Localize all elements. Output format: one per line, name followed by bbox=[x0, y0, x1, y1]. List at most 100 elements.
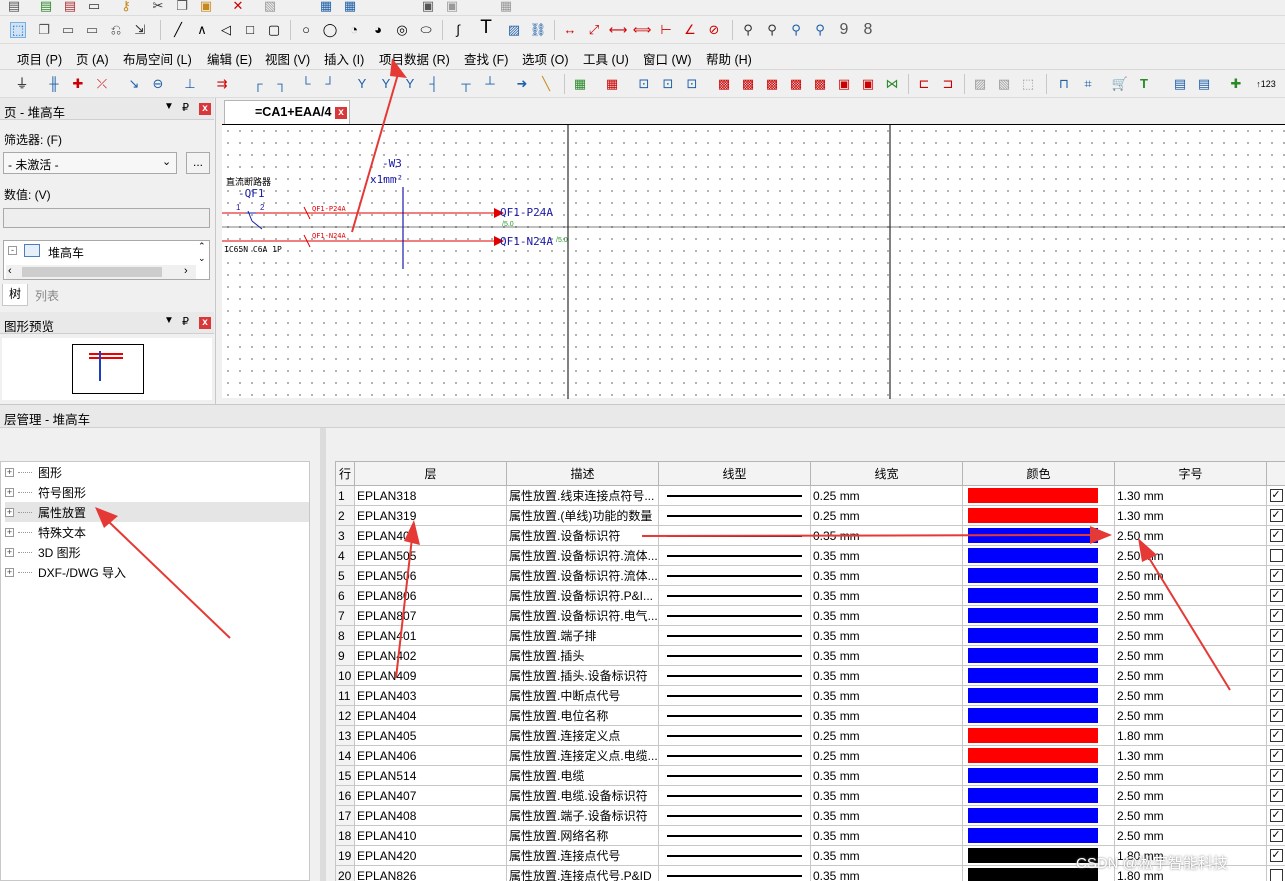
find-next-icon[interactable]: 8 bbox=[860, 22, 876, 38]
visible-checkbox[interactable]: ✓ bbox=[1269, 789, 1283, 802]
cell-color[interactable] bbox=[962, 565, 1115, 586]
redo-page-icon[interactable]: ⇲ bbox=[132, 22, 148, 38]
copy-page-icon[interactable]: ❐ bbox=[36, 22, 52, 38]
menu-page[interactable]: 页 (A) bbox=[76, 49, 109, 68]
delete-icon[interactable]: ✕ bbox=[230, 0, 246, 14]
cell-layer[interactable]: EPLAN400 bbox=[354, 525, 507, 546]
cell-description[interactable]: 属性放置.中断点代号 bbox=[506, 685, 659, 706]
filter-more-button[interactable]: ... bbox=[186, 152, 210, 174]
menu-insert[interactable]: 插入 (I) bbox=[324, 49, 364, 68]
cell-layer[interactable]: EPLAN403 bbox=[354, 685, 507, 706]
cell-linetype[interactable] bbox=[658, 705, 811, 726]
cell-description[interactable]: 属性放置.端子.设备标识符 bbox=[506, 805, 659, 826]
close-icon[interactable]: x bbox=[199, 103, 211, 115]
connector-icon[interactable]: ⊏ bbox=[916, 76, 932, 92]
table-row[interactable]: 11 EPLAN403 属性放置.中断点代号 0.35 mm 2.50 mm ✓ bbox=[335, 685, 1285, 706]
cell-linetype[interactable] bbox=[658, 805, 811, 826]
visible-checkbox[interactable]: ✓ bbox=[1269, 849, 1283, 862]
cell-linetype[interactable] bbox=[658, 765, 811, 786]
cell-layer[interactable]: EPLAN506 bbox=[354, 565, 507, 586]
horizontal-scrollbar[interactable]: ‹ › bbox=[6, 265, 196, 279]
cell-fontsize[interactable]: 2.50 mm bbox=[1114, 705, 1267, 726]
row-number[interactable]: 20 bbox=[335, 865, 355, 881]
cell-color[interactable] bbox=[962, 625, 1115, 646]
cell-color[interactable] bbox=[962, 525, 1115, 546]
chevron-down-icon[interactable]: ▼ bbox=[164, 315, 174, 326]
cell-linewidth[interactable]: 0.35 mm bbox=[810, 825, 963, 846]
cell-linetype[interactable] bbox=[658, 545, 811, 566]
cell-linewidth[interactable]: 0.35 mm bbox=[810, 565, 963, 586]
menu-window[interactable]: 窗口 (W) bbox=[643, 49, 692, 68]
cell-layer[interactable]: EPLAN826 bbox=[354, 865, 507, 881]
plc-icon[interactable]: ▣ bbox=[860, 76, 876, 92]
cell-layer[interactable]: EPLAN410 bbox=[354, 825, 507, 846]
rect-rounded-icon[interactable]: ▢ bbox=[266, 22, 282, 38]
cell-linetype[interactable] bbox=[658, 625, 811, 646]
arc-icon[interactable]: ◕ bbox=[370, 22, 386, 38]
interrupt-icon[interactable]: ↘ bbox=[126, 76, 142, 92]
cell-linewidth[interactable]: 0.35 mm bbox=[810, 865, 963, 881]
visible-checkbox[interactable]: ✓ bbox=[1269, 649, 1283, 662]
row-number[interactable]: 16 bbox=[335, 785, 355, 806]
cell-layer[interactable]: EPLAN401 bbox=[354, 625, 507, 646]
cell-layer[interactable]: EPLAN405 bbox=[354, 725, 507, 746]
tee-icon[interactable]: Y bbox=[378, 76, 394, 92]
filter-select[interactable]: - 未激活 - ⌄ bbox=[3, 152, 177, 174]
cell-color[interactable] bbox=[962, 585, 1115, 606]
print-icon[interactable]: ▭ bbox=[86, 0, 102, 14]
box-icon[interactable]: ⬚ bbox=[1020, 76, 1036, 92]
tee-icon[interactable]: Y bbox=[354, 76, 370, 92]
device-icon[interactable]: ⊡ bbox=[660, 76, 676, 92]
layer-tree-item-selected[interactable]: + 属性放置 bbox=[5, 502, 309, 522]
col-header-color[interactable]: 颜色 bbox=[962, 461, 1115, 486]
layer-tree-item[interactable]: + DXF-/DWG 导入 bbox=[5, 562, 309, 582]
cell-visible[interactable] bbox=[1266, 545, 1285, 566]
row-number[interactable]: 10 bbox=[335, 665, 355, 686]
cell-linewidth[interactable]: 0.35 mm bbox=[810, 545, 963, 566]
cell-linetype[interactable] bbox=[658, 485, 811, 506]
find-icon[interactable]: ⚲ bbox=[740, 22, 756, 38]
cell-linetype[interactable] bbox=[658, 605, 811, 626]
cell-layer[interactable]: EPLAN318 bbox=[354, 485, 507, 506]
col-header-description[interactable]: 描述 bbox=[506, 461, 659, 486]
plc-icon[interactable]: ⋈ bbox=[884, 76, 900, 92]
cell-visible[interactable]: ✓ bbox=[1266, 785, 1285, 806]
cell-layer[interactable]: EPLAN505 bbox=[354, 545, 507, 566]
cell-color[interactable] bbox=[962, 605, 1115, 626]
cell-visible[interactable]: ✓ bbox=[1266, 485, 1285, 506]
cell-linetype[interactable] bbox=[658, 825, 811, 846]
visible-checkbox[interactable]: ✓ bbox=[1269, 529, 1283, 542]
cell-color[interactable] bbox=[962, 705, 1115, 726]
cell-fontsize[interactable]: 2.50 mm bbox=[1114, 805, 1267, 826]
cell-layer[interactable]: EPLAN409 bbox=[354, 665, 507, 686]
wire-icon[interactable]: ⇉ bbox=[214, 76, 230, 92]
cell-description[interactable]: 属性放置.设备标识符 bbox=[506, 525, 659, 546]
chevron-down-icon[interactable]: ▼ bbox=[164, 101, 174, 112]
arrow-icon[interactable]: ➜ bbox=[514, 76, 530, 92]
cell-layer[interactable]: EPLAN404 bbox=[354, 705, 507, 726]
window-icon[interactable]: ▤ bbox=[1172, 76, 1188, 92]
table-row[interactable]: 9 EPLAN402 属性放置.插头 0.35 mm 2.50 mm ✓ bbox=[335, 645, 1285, 666]
row-number[interactable]: 11 bbox=[335, 685, 355, 706]
visible-checkbox[interactable]: ✓ bbox=[1269, 769, 1283, 782]
plc-icon[interactable]: ▣ bbox=[836, 76, 852, 92]
menu-options[interactable]: 选项 (O) bbox=[522, 49, 569, 68]
cell-linewidth[interactable]: 0.35 mm bbox=[810, 845, 963, 866]
table-row[interactable]: 13 EPLAN405 属性放置.连接定义点 0.25 mm 1.80 mm ✓ bbox=[335, 725, 1285, 746]
close-icon[interactable]: x bbox=[199, 317, 211, 329]
page-close-icon[interactable]: ▤ bbox=[62, 0, 78, 14]
col-header-linewidth[interactable]: 线宽 bbox=[810, 461, 963, 486]
cell-layer[interactable]: EPLAN406 bbox=[354, 745, 507, 766]
cell-visible[interactable]: ✓ bbox=[1266, 525, 1285, 546]
cell-fontsize[interactable]: 2.50 mm bbox=[1114, 685, 1267, 706]
cell-linetype[interactable] bbox=[658, 505, 811, 526]
cell-linewidth[interactable]: 0.35 mm bbox=[810, 625, 963, 646]
plc-icon[interactable]: ▩ bbox=[740, 76, 756, 92]
row-number[interactable]: 7 bbox=[335, 605, 355, 626]
cell-layer[interactable]: EPLAN407 bbox=[354, 785, 507, 806]
cell-linetype[interactable] bbox=[658, 665, 811, 686]
cell-fontsize[interactable]: 2.50 mm bbox=[1114, 825, 1267, 846]
page-open-icon[interactable]: ▤ bbox=[38, 0, 54, 14]
row-number[interactable]: 1 bbox=[335, 485, 355, 506]
corner-icon[interactable]: ┘ bbox=[322, 76, 338, 92]
